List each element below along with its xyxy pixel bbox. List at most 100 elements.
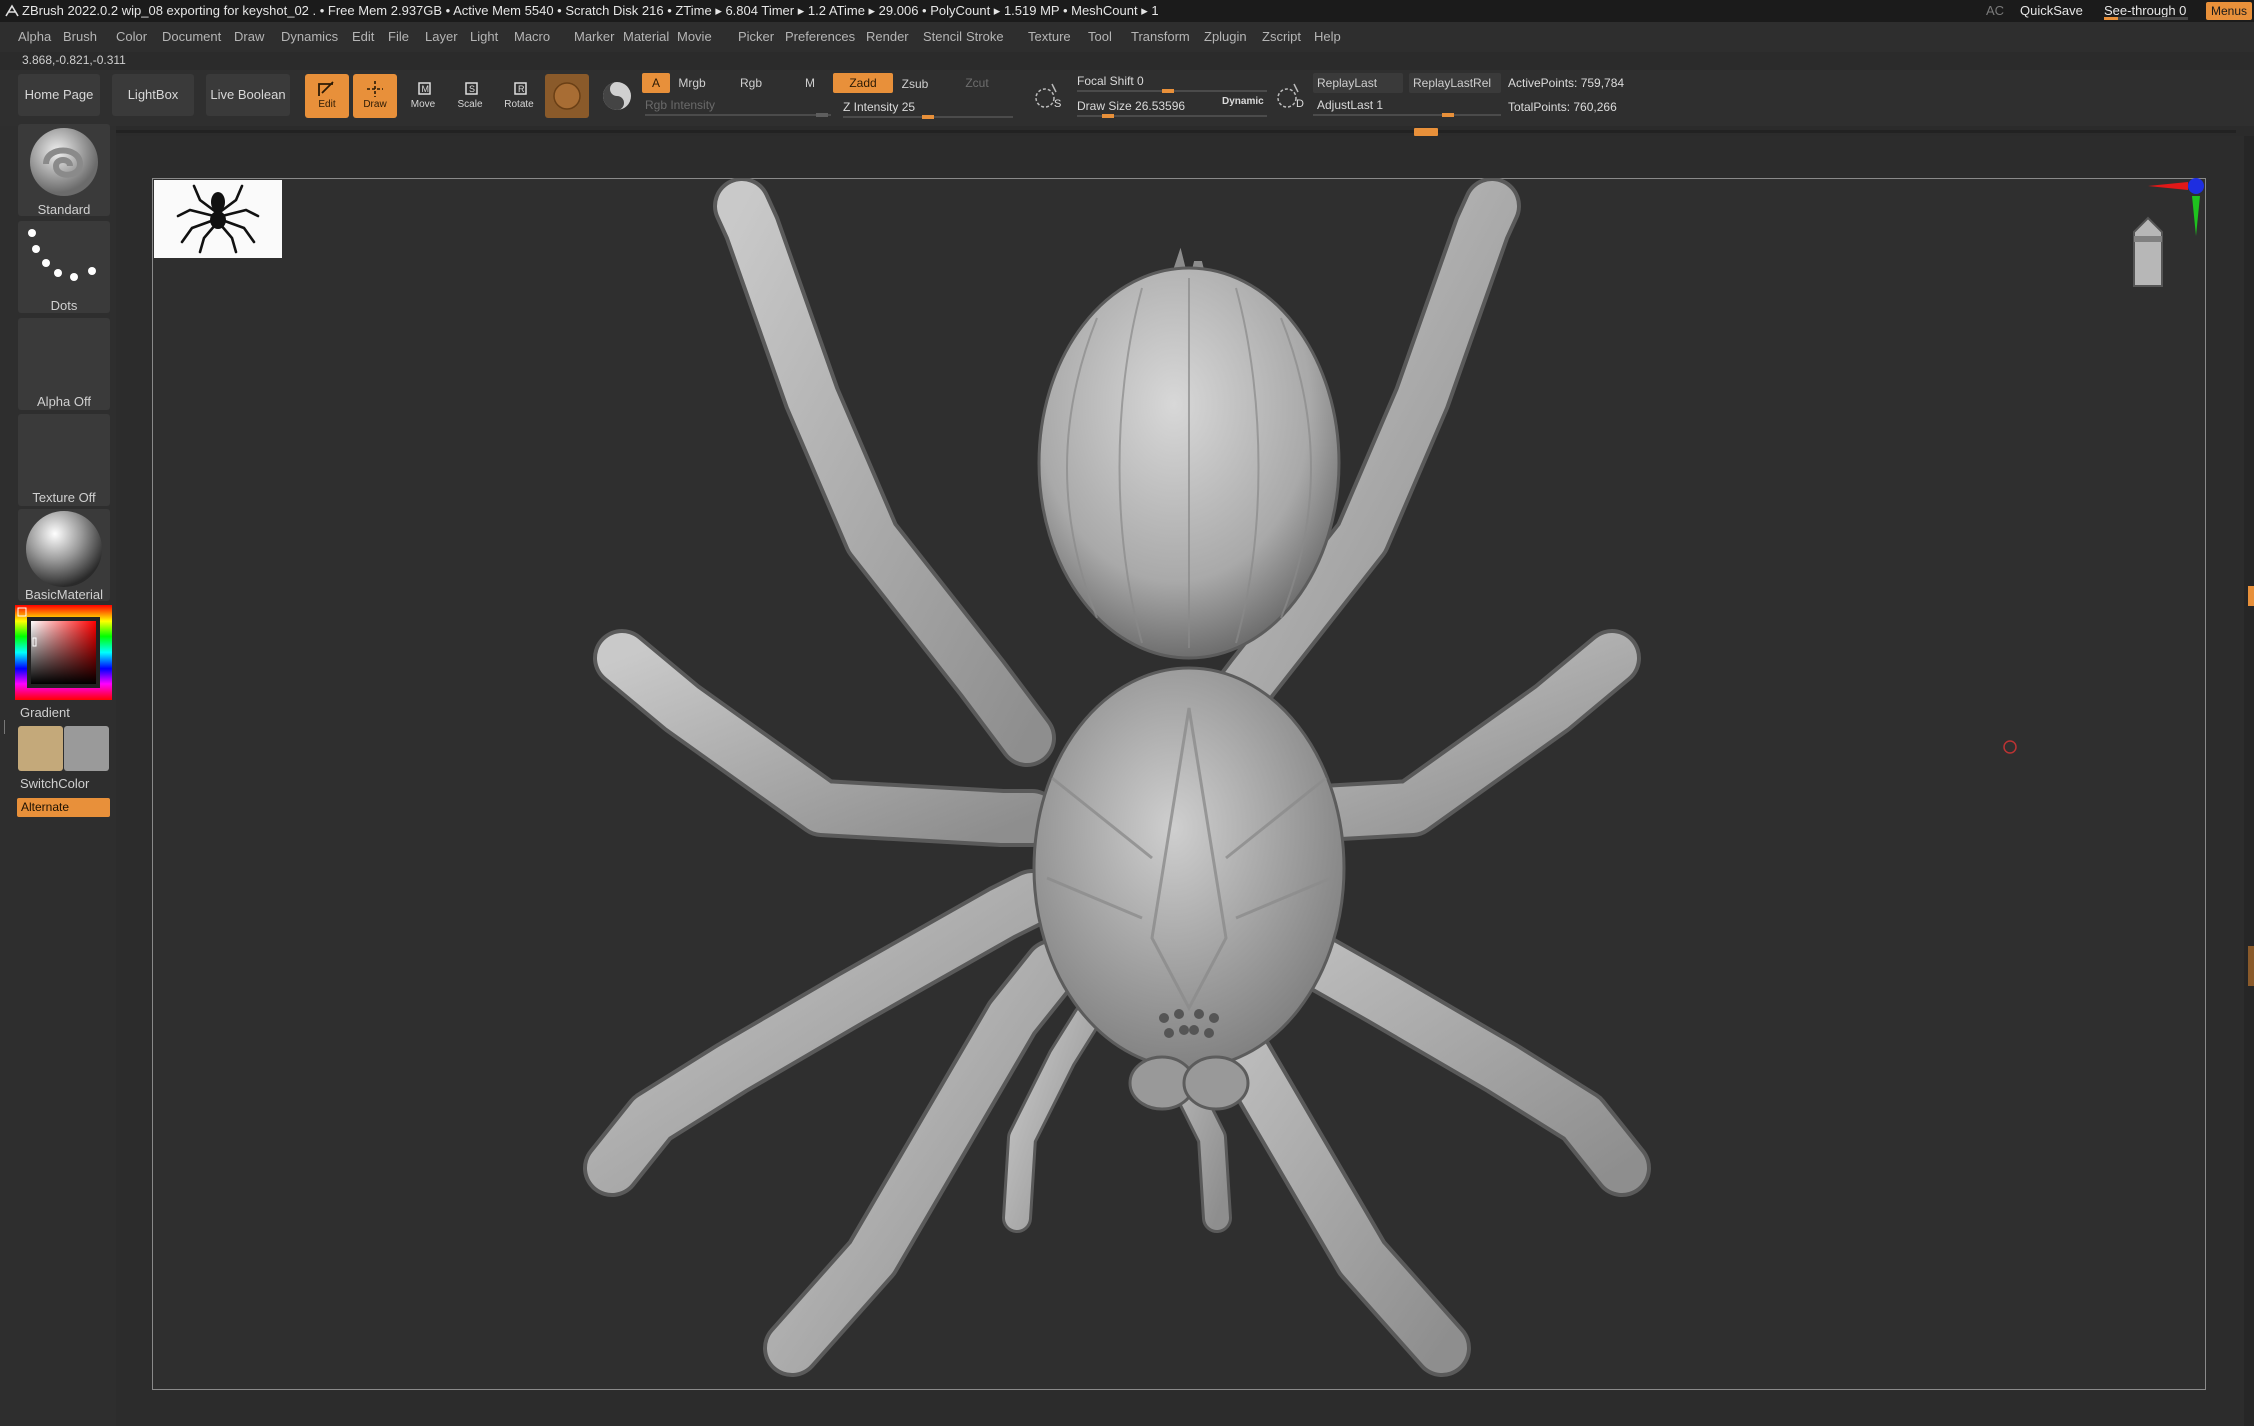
menu-macro[interactable]: Macro xyxy=(514,22,550,52)
sphere-gyro-icon xyxy=(603,82,631,110)
dynamic-button[interactable]: Dynamic xyxy=(1222,96,1264,107)
rgb-intensity-slider[interactable] xyxy=(645,114,831,116)
zsub-button[interactable]: Zsub xyxy=(898,74,932,94)
scale-button[interactable]: S Scale xyxy=(448,74,492,118)
main-color-swatch[interactable] xyxy=(18,726,63,771)
menu-transform[interactable]: Transform xyxy=(1131,22,1190,52)
menu-document[interactable]: Document xyxy=(162,22,221,52)
focal-shift-label: Focal Shift 0 xyxy=(1077,74,1144,88)
z-intensity-label: Z Intensity 25 xyxy=(843,100,916,114)
draw-button[interactable]: Draw xyxy=(353,74,397,118)
material-sphere-icon xyxy=(26,511,102,587)
menu-render[interactable]: Render xyxy=(866,22,909,52)
gyro-button[interactable] xyxy=(595,74,639,118)
focal-shift-knob[interactable] xyxy=(1162,89,1174,93)
rotate-button[interactable]: R Rotate xyxy=(497,74,541,118)
menu-zplugin[interactable]: Zplugin xyxy=(1204,22,1247,52)
menu-preferences[interactable]: Preferences xyxy=(785,22,855,52)
menu-tool[interactable]: Tool xyxy=(1088,22,1112,52)
mrgb-button[interactable]: Mrgb xyxy=(674,73,710,93)
menu-movie[interactable]: Movie xyxy=(677,22,712,52)
brush-label: Standard xyxy=(37,202,91,217)
menu-texture[interactable]: Texture xyxy=(1028,22,1071,52)
title-text: ZBrush 2022.0.2 wip_08 exporting for key… xyxy=(22,3,1159,18)
a-button[interactable]: A xyxy=(642,73,670,93)
material-sphere-icon xyxy=(553,82,581,110)
focal-shift-toggle[interactable]: S xyxy=(1030,80,1064,114)
menu-light[interactable]: Light xyxy=(470,22,498,52)
draw-size-knob[interactable] xyxy=(1102,114,1114,118)
replay-last-rel-button[interactable]: ReplayLastRel xyxy=(1409,73,1501,93)
menu-stencil[interactable]: Stencil xyxy=(923,22,962,52)
home-page-button[interactable]: Home Page xyxy=(18,74,100,116)
edit-icon xyxy=(318,81,334,96)
s-label: S xyxy=(1054,98,1062,110)
secondary-color-swatch[interactable] xyxy=(64,726,109,771)
timeline-track[interactable] xyxy=(116,130,2236,133)
switch-color-button[interactable]: SwitchColor xyxy=(18,776,110,791)
zadd-button[interactable]: Zadd xyxy=(833,73,893,93)
menu-edit[interactable]: Edit xyxy=(352,22,374,52)
menu-material[interactable]: Material xyxy=(623,22,669,52)
color-picker[interactable] xyxy=(15,605,112,700)
alternate-button[interactable]: Alternate xyxy=(17,798,110,817)
coordinates-readout: 3.868,-0.821,-0.311 xyxy=(22,53,126,67)
view-navigation-gizmo[interactable] xyxy=(2100,176,2210,296)
menu-picker[interactable]: Picker xyxy=(738,22,774,52)
d-label: D xyxy=(1296,98,1304,110)
menu-stroke[interactable]: Stroke xyxy=(966,22,1004,52)
menu-marker[interactable]: Marker xyxy=(574,22,614,52)
z-intensity-knob[interactable] xyxy=(922,115,934,119)
adjust-last-label: AdjustLast 1 xyxy=(1317,98,1384,112)
zbrush-logo-icon xyxy=(5,4,19,17)
scale-label: Scale xyxy=(457,99,483,110)
draw-icon xyxy=(367,81,383,97)
m-button[interactable]: M xyxy=(800,73,820,93)
menu-layer[interactable]: Layer xyxy=(425,22,458,52)
svg-text:M: M xyxy=(422,84,430,94)
lazy-mouse-toggle[interactable]: D xyxy=(1272,80,1306,114)
menus-button[interactable]: Menus xyxy=(2206,2,2252,20)
edit-label: Edit xyxy=(318,99,336,110)
zcut-button[interactable]: Zcut xyxy=(960,73,994,93)
adjust-last-knob[interactable] xyxy=(1442,113,1454,117)
see-through-track[interactable] xyxy=(2104,17,2188,20)
edit-button[interactable]: Edit xyxy=(305,74,349,118)
lightbox-button[interactable]: LightBox xyxy=(112,74,194,116)
total-points-readout: TotalPoints: 760,266 xyxy=(1508,100,1617,114)
menu-help[interactable]: Help xyxy=(1314,22,1341,52)
timeline-knob[interactable] xyxy=(1414,128,1438,136)
adjust-last-slider[interactable] xyxy=(1313,114,1501,116)
quicksave-button[interactable]: QuickSave xyxy=(2020,0,2083,22)
menu-zscript[interactable]: Zscript xyxy=(1262,22,1301,52)
alpha-label: Alpha Off xyxy=(37,394,91,409)
menu-file[interactable]: File xyxy=(388,22,409,52)
rotate-label: Rotate xyxy=(504,99,534,110)
live-boolean-button[interactable]: Live Boolean xyxy=(206,74,290,116)
gradient-label: Gradient xyxy=(20,705,70,720)
menu-brush[interactable]: Brush xyxy=(63,22,97,52)
tray-collapse-handle[interactable] xyxy=(4,720,8,734)
material-label: BasicMaterial xyxy=(24,587,104,602)
active-points-readout: ActivePoints: 759,784 xyxy=(1508,76,1625,90)
menu-color[interactable]: Color xyxy=(116,22,147,52)
replay-last-button[interactable]: ReplayLast xyxy=(1313,73,1403,93)
ac-button[interactable]: AC xyxy=(1986,0,2004,22)
draw-label: Draw xyxy=(363,99,387,110)
move-label: Move xyxy=(410,99,436,110)
move-button[interactable]: M Move xyxy=(401,74,445,118)
menu-alpha[interactable]: Alpha xyxy=(18,22,51,52)
material-sphere-button[interactable] xyxy=(545,74,589,118)
zbrush-window: ZBrush 2022.0.2 wip_08 exporting for key… xyxy=(0,0,2254,1426)
spider-model-sculpt xyxy=(583,178,2017,1377)
rgb-intensity-label: Rgb Intensity xyxy=(645,98,716,112)
rotate-icon: R xyxy=(514,82,527,95)
stroke-label: Dots xyxy=(50,298,78,313)
rgb-intensity-knob[interactable] xyxy=(816,113,828,117)
menu-dynamics[interactable]: Dynamics xyxy=(281,22,338,52)
standard-brush-icon xyxy=(30,128,98,196)
texture-label: Texture Off xyxy=(32,490,96,505)
rgb-button[interactable]: Rgb xyxy=(734,73,768,93)
menu-draw[interactable]: Draw xyxy=(234,22,264,52)
menu-bar: Alpha Brush Color Document Draw Dynamics Edit F… xyxy=(0,22,2254,52)
